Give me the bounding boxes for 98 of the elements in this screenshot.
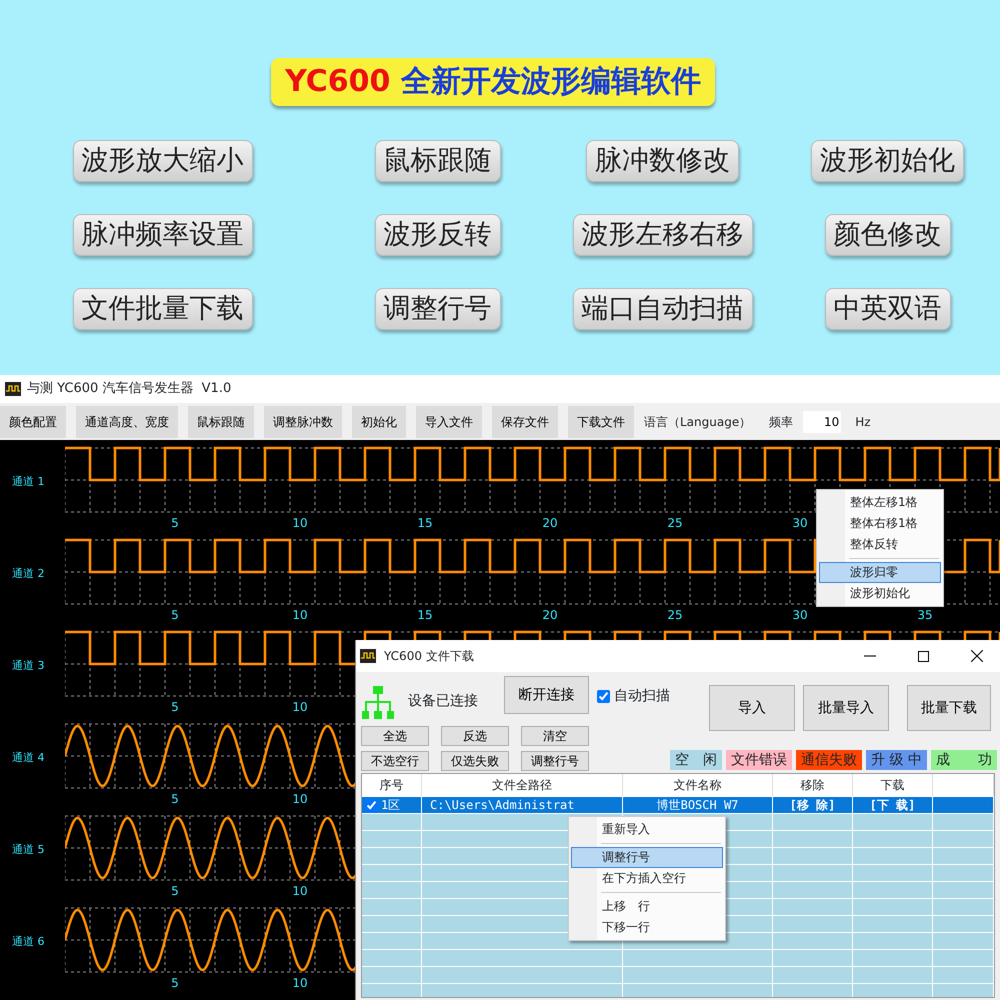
app-icon [360, 649, 376, 663]
tick-label: 10 [292, 976, 308, 990]
toolbar-button[interactable]: 保存文件 [492, 406, 558, 438]
feature-button[interactable]: 波形左移右移 [572, 214, 752, 256]
maximize-icon[interactable] [918, 650, 929, 662]
toolbar-button[interactable]: 鼠标跟随 [188, 406, 254, 438]
column-header: 序号 [362, 774, 422, 796]
tick-label: 5 [171, 792, 179, 806]
table-cell: 博世BOSCH W7 [656, 797, 738, 813]
feature-button[interactable]: 文件批量下载 [72, 288, 252, 330]
menu-item[interactable]: 调整行号 [571, 847, 723, 868]
window-title: 与测 YC600 汽车信号发生器 V1.0 [27, 380, 232, 398]
tick-label: 5 [171, 608, 179, 622]
column-header: 移除 [773, 774, 853, 796]
channel-label: 通道 2 [11, 566, 46, 582]
table-cell: C:\Users\Administrat [430, 797, 574, 813]
action-button[interactable]: 导入 [708, 685, 795, 731]
table-cell: 1区 [381, 797, 400, 813]
tick-label: 25 [667, 608, 683, 622]
feature-button[interactable]: 波形反转 [374, 214, 500, 256]
status-legend: 空 闲 [670, 750, 722, 770]
channel-label: 通道 1 [11, 474, 46, 490]
column-header: 下载 [853, 774, 933, 796]
action-button[interactable]: 不选空行 [361, 751, 429, 771]
checkbox[interactable] [597, 690, 610, 702]
channel-label: 通道 4 [11, 750, 46, 766]
action-button[interactable]: 调整行号 [521, 751, 589, 771]
tick-label: 25 [667, 516, 683, 530]
column-header: 文件全路径 [422, 774, 623, 796]
action-button[interactable]: 全选 [361, 726, 429, 746]
tick-label: 5 [171, 884, 179, 898]
menu-item[interactable]: 整体反转 [819, 534, 941, 555]
frequency-field[interactable]: 10 [803, 410, 842, 432]
feature-button[interactable]: 脉冲数修改 [586, 140, 739, 182]
tick-label: 35 [917, 608, 933, 622]
column-header: 文件名称 [623, 774, 773, 796]
tick-label: 20 [542, 608, 558, 622]
connection-status: 设备已连接 [408, 692, 478, 710]
feature-button[interactable]: 波形放大缩小 [72, 140, 252, 182]
toolbar-button[interactable]: 通道高度、宽度 [76, 406, 178, 438]
toolbar-button[interactable]: 颜色配置 [0, 406, 66, 438]
action-button[interactable]: 反选 [441, 726, 509, 746]
action-button[interactable]: 批量导入 [802, 685, 889, 731]
frequency-label: 频率 [769, 414, 794, 430]
feature-button[interactable]: 鼠标跟随 [374, 140, 500, 182]
tick-label: 20 [542, 516, 558, 530]
tick-label: 10 [292, 516, 308, 530]
tick-label: 15 [417, 608, 433, 622]
menu-item[interactable]: 上移 行 [571, 896, 723, 917]
toolbar-button[interactable]: 初始化 [352, 406, 406, 438]
status-legend: 文件错误 [726, 750, 792, 770]
tick-label: 10 [292, 884, 308, 898]
tick-label: 5 [171, 516, 179, 530]
network-icon [362, 686, 394, 720]
tick-label: 10 [292, 792, 308, 806]
channel-label: 通道 5 [11, 842, 46, 858]
close-icon[interactable] [971, 650, 983, 662]
status-legend: 通信失败 [796, 750, 862, 770]
feature-button[interactable]: 脉冲频率设置 [72, 214, 252, 256]
menu-item[interactable]: 下移一行 [571, 917, 723, 938]
tick-label: 5 [171, 976, 179, 990]
feature-button[interactable]: 中英双语 [824, 288, 950, 330]
menu-item[interactable]: 重新导入 [571, 819, 723, 840]
tick-label: 30 [792, 608, 808, 622]
action-button[interactable]: 清空 [521, 726, 589, 746]
tick-label: 10 [292, 700, 308, 714]
tick-label: 15 [417, 516, 433, 530]
app-icon [5, 382, 21, 396]
toolbar-button[interactable]: 导入文件 [416, 406, 482, 438]
banner-title: YC600 全新开发波形编辑软件 [271, 58, 715, 106]
tick-label: 5 [171, 700, 179, 714]
menu-item[interactable]: 在下方插入空行 [571, 868, 723, 889]
tick-label: 30 [792, 516, 808, 530]
table-row[interactable]: 1区 C:\Users\Administrat 博世BOSCH W7 [移 除] [下 载] [362, 797, 994, 814]
feature-button[interactable]: 波形初始化 [811, 140, 964, 182]
menu-item[interactable]: 波形初始化 [819, 583, 941, 604]
channel-label: 通道 6 [11, 934, 46, 950]
checkbox-label: 自动扫描 [614, 686, 670, 706]
toolbar-button[interactable]: 下载文件 [568, 406, 634, 438]
channel-label: 通道 3 [11, 658, 46, 674]
feature-button[interactable]: 端口自动扫描 [572, 288, 752, 330]
status-legend: 升 级 中 [866, 750, 927, 770]
tick-label: 10 [292, 608, 308, 622]
minimize-icon[interactable] [864, 655, 876, 657]
menu-item[interactable]: 整体右移1格 [819, 513, 941, 534]
language-menu[interactable]: 语言（Language） [644, 412, 752, 430]
disconnect-button[interactable]: 断开连接 [504, 676, 589, 714]
menu-item[interactable]: 整体左移1格 [819, 492, 941, 513]
toolbar-button[interactable]: 调整脉冲数 [264, 406, 342, 438]
feature-button[interactable]: 颜色修改 [824, 214, 950, 256]
action-button[interactable]: 仅选失败 [441, 751, 509, 771]
row-checkbox[interactable] [365, 798, 378, 812]
frequency-unit: Hz [855, 414, 871, 430]
dialog-title: YC600 文件下载 [384, 648, 475, 665]
feature-button[interactable]: 调整行号 [374, 288, 500, 330]
action-button[interactable]: 批量下载 [906, 685, 991, 731]
status-legend: 成 功 [930, 750, 997, 770]
menu-item[interactable]: 波形归零 [819, 562, 941, 583]
